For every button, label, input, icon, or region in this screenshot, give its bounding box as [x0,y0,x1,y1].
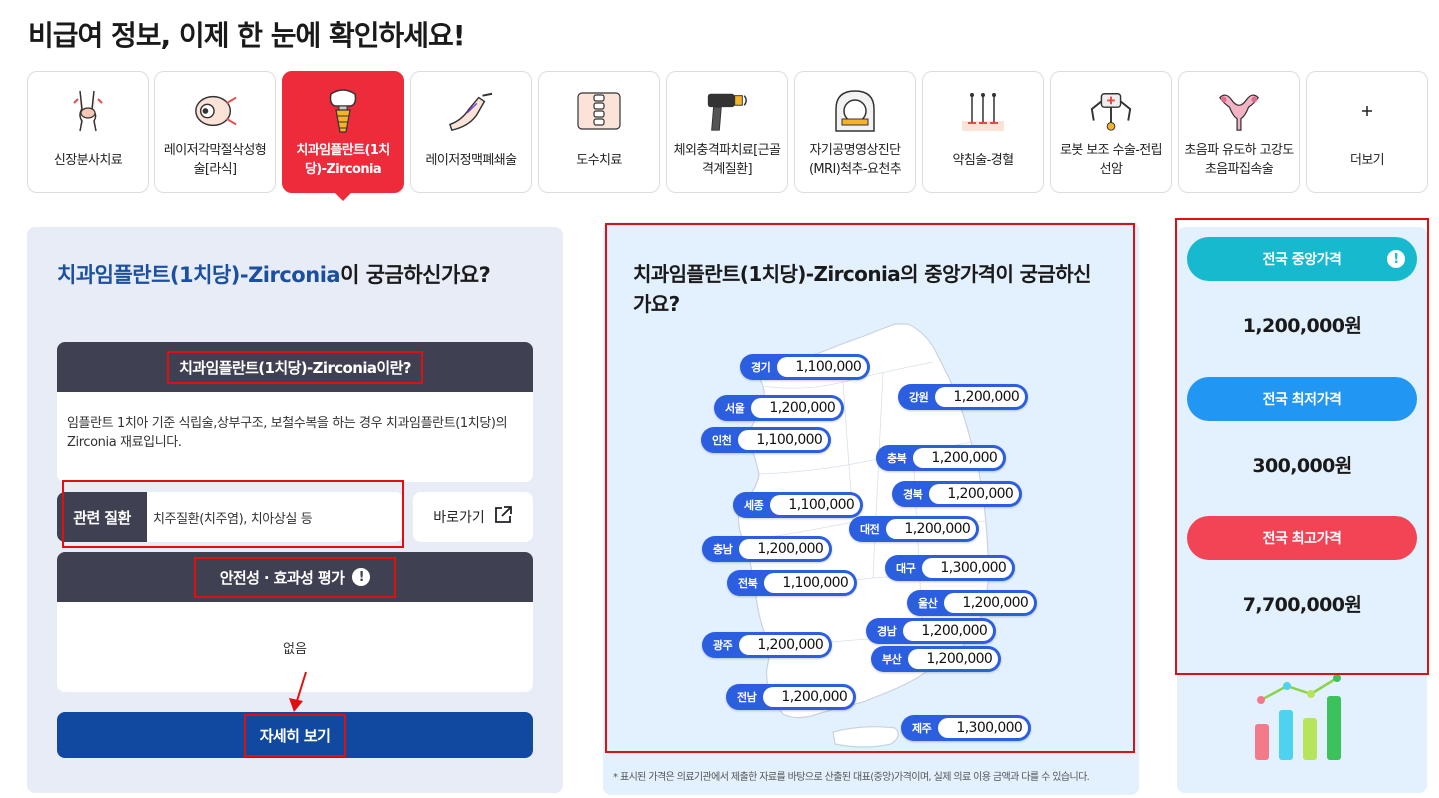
tab-4[interactable]: 도수치료 [538,71,660,193]
tab-label: 레이저각막절삭성형술[라식] [163,143,267,177]
red-arrow-icon [289,671,307,712]
tab-9[interactable]: 초음파 유도하 고강도초음파집속술 [1178,71,1300,193]
joint-icon [65,88,111,134]
highlight-box [605,223,1135,753]
procedure-name: 치과임플란트(1치당)-Zirconia [57,263,341,287]
procedure-info-panel: 치과임플란트(1치당)-Zirconia이 궁금하신가요? 치과임플란트(1치당… [27,227,563,793]
tab-2[interactable]: 치과임플란트(1치당)-Zirconia [282,71,404,201]
definition-text: 임플란트 1치아 기준 식립술,상부구조, 보철수복을 하는 경우 치과임플란트… [67,416,508,450]
definition-box: 치과임플란트(1치당)-Zirconia이란? 임플란트 1치아 기준 식립술,… [57,342,533,482]
tab-label: 더보기 [1349,152,1385,168]
tab-6[interactable]: 자기공명영상진단(MRI)척추-요천추 [794,71,916,193]
uterus-icon [1216,88,1262,134]
tab-label: 자기공명영상진단(MRI)척추-요천추 [808,143,902,177]
tab-3[interactable]: 레이저정맥폐쇄술 [410,71,532,193]
tab-label: 약침술-경혈 [952,152,1015,168]
question-suffix: 이 궁금하신가요? [340,263,491,287]
robot-surgery-icon [1088,88,1134,134]
tab-8[interactable]: 로봇 보조 수술-전립선암 [1050,71,1172,193]
tab-label: 도수치료 [576,152,622,168]
tab-5[interactable]: 체외충격파치료[근골격계질환] [666,71,788,193]
tab-label: 치과임플란트(1치당)-Zirconia [296,143,390,177]
category-tabs: 신장분사치료 레이저각막절삭성형술[라식] 치과임플란트(1치당)-Zircon… [27,71,1428,201]
detail-button-label: 자세히 보기 [243,713,347,757]
spine-icon [576,88,622,134]
tab-label: 초음파 유도하 고강도초음파집속술 [1184,143,1294,177]
tab-label: 신장분사치료 [53,152,123,168]
tab-0[interactable]: 신장분사치료 [27,71,149,193]
leg-vein-icon [448,88,494,134]
tab-label: 체외충격파치료[근골격계질환] [673,143,781,177]
tooth-implant-icon [320,88,366,134]
safety-title-box: 안전성 · 효과성 평가 ! [193,556,397,598]
goto-label: 바로가기 [433,510,485,526]
highlight-box [62,480,404,548]
definition-title: 치과임플란트(1치당)-Zirconia이란? [167,350,423,384]
mri-icon [832,88,878,134]
info-icon[interactable]: ! [352,568,371,586]
tab-7[interactable]: 약침술-경혈 [922,71,1044,193]
safety-title: 안전성 · 효과성 평가 [219,568,345,587]
tab-label: 레이저정맥폐쇄술 [425,152,517,168]
highlight-box [1175,218,1429,675]
shockwave-device-icon [704,88,750,134]
external-link-icon [493,505,513,529]
safety-header: 안전성 · 효과성 평가 ! [57,552,533,602]
tab-1[interactable]: 레이저각막절삭성형술[라식] [154,71,276,193]
page-title: 비급여 정보, 이제 한 눈에 확인하세요! [28,19,466,52]
plus-icon [1344,88,1390,134]
detail-button[interactable]: 자세히 보기 [57,712,533,758]
acupuncture-icon [960,88,1006,134]
eye-icon [192,88,238,134]
price-disclaimer: * 표시된 가격은 의료기관에서 제출한 자료를 바탕으로 산출된 대표(중앙)… [613,772,1090,783]
goto-button[interactable]: 바로가기 [413,492,533,542]
panel-question: 치과임플란트(1치당)-Zirconia이 궁금하신가요? [57,259,491,289]
bar-chart-icon [1255,674,1341,760]
definition-header: 치과임플란트(1치당)-Zirconia이란? [57,342,533,392]
tab-more[interactable]: 더보기 [1306,71,1428,193]
tab-label: 로봇 보조 수술-전립선암 [1059,143,1163,177]
